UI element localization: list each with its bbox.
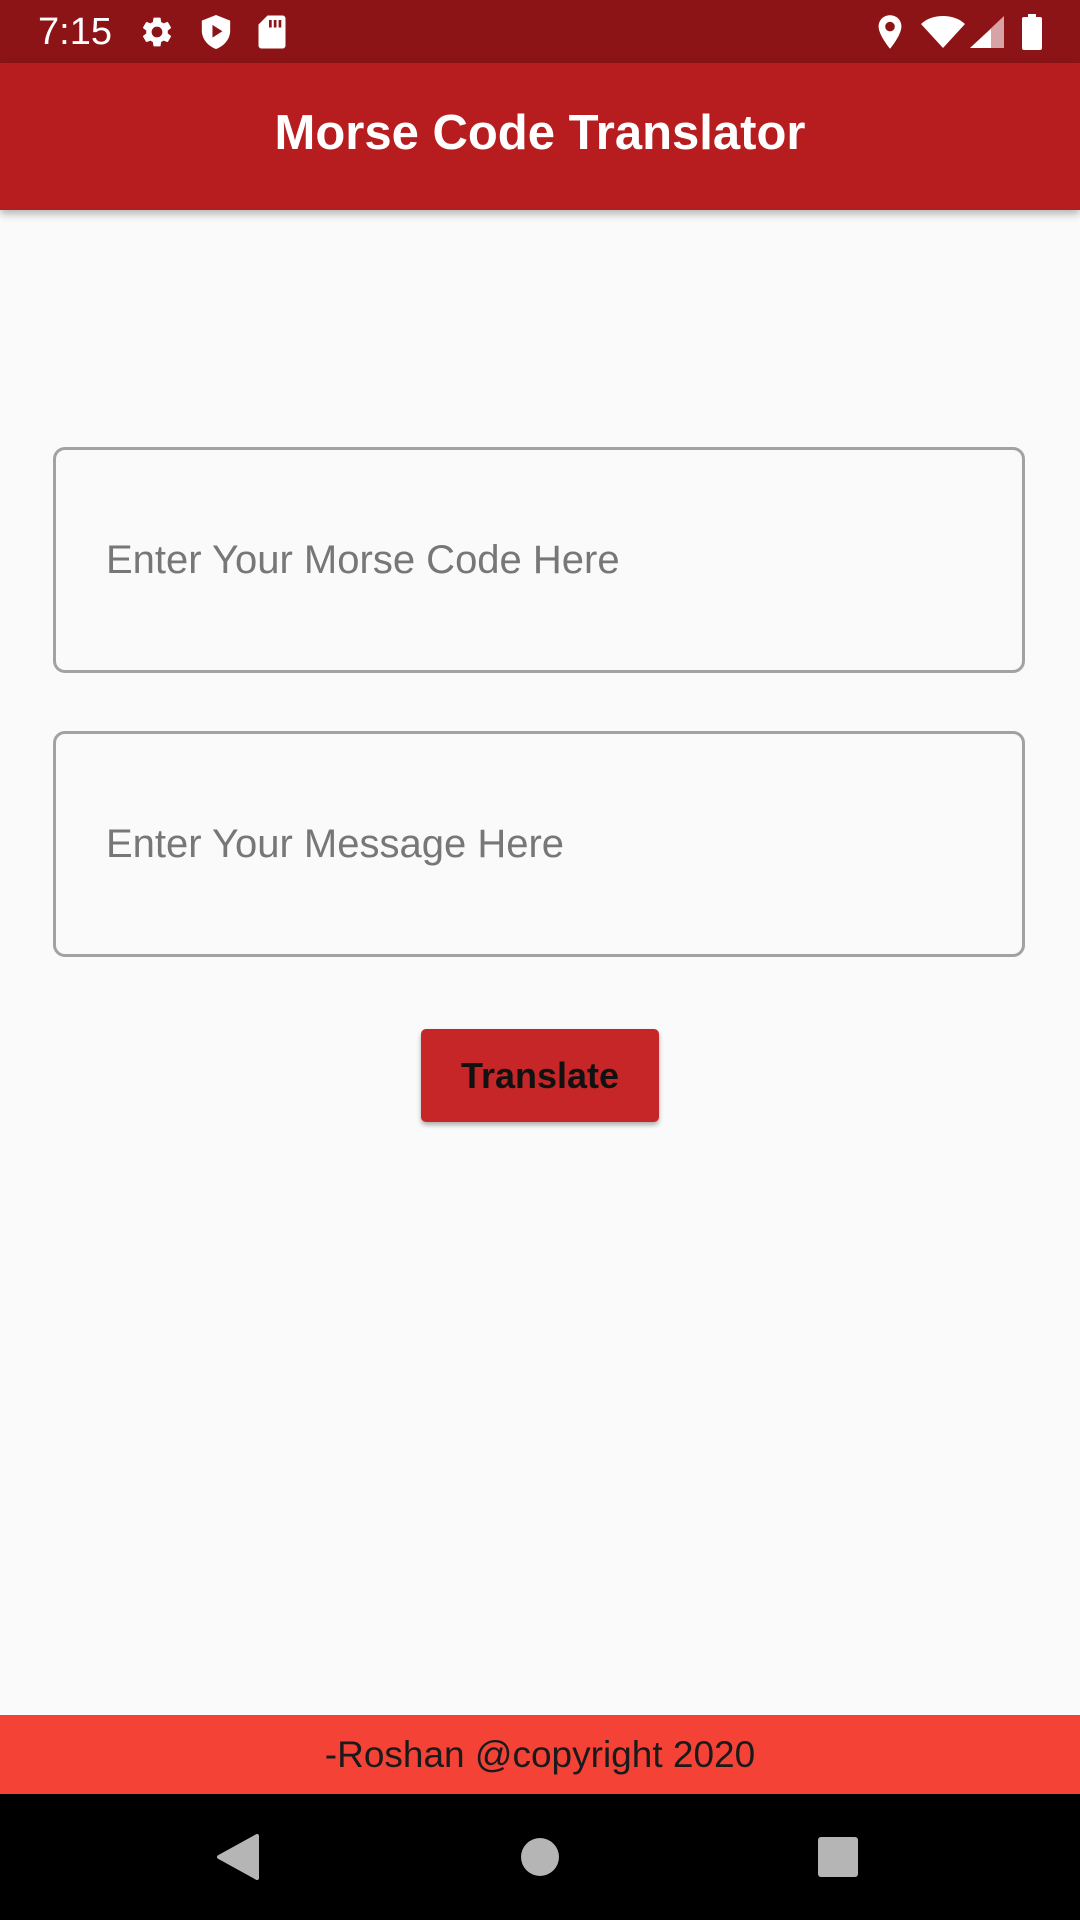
page-title: Morse Code Translator [274, 106, 806, 160]
translate-button[interactable]: Translate [421, 1029, 659, 1122]
location-pin-icon [872, 0, 908, 63]
gear-icon [137, 0, 177, 63]
footer: -Roshan @copyright 2020 [0, 1715, 1080, 1794]
battery-icon [1018, 0, 1046, 63]
status-time: 7:15 [38, 11, 112, 53]
wifi-icon [918, 0, 968, 63]
morse-code-input[interactable] [106, 450, 966, 670]
sd-card-icon [254, 0, 290, 63]
message-input[interactable] [106, 734, 966, 954]
morse-code-field[interactable] [53, 447, 1025, 673]
cell-signal-icon [968, 0, 1006, 63]
home-icon[interactable] [500, 1817, 580, 1897]
navigation-bar [0, 1794, 1080, 1920]
copyright-text: -Roshan @copyright 2020 [324, 1733, 756, 1775]
shield-play-icon [196, 0, 236, 63]
app-bar: Morse Code Translator [0, 63, 1080, 210]
status-bar: 7:15 [0, 0, 1080, 63]
back-icon[interactable] [198, 1817, 278, 1897]
message-field[interactable] [53, 731, 1025, 957]
recents-icon[interactable] [798, 1817, 878, 1897]
